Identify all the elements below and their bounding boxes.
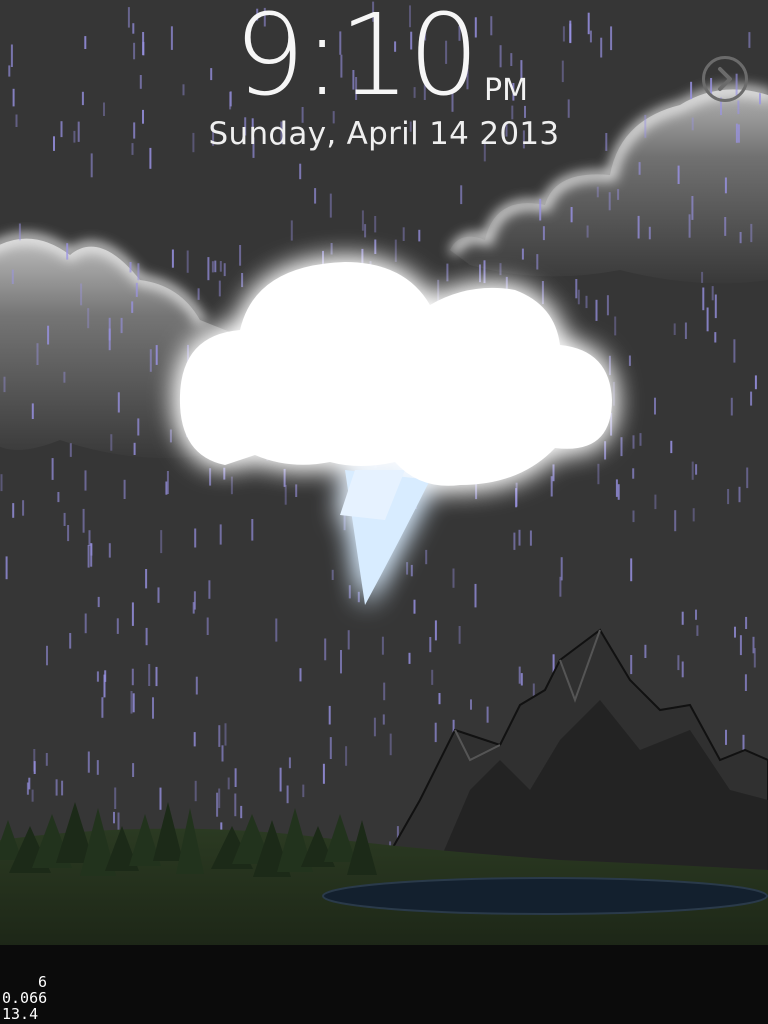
tree-line — [0, 802, 377, 877]
debug-line-2: 0.066 — [2, 989, 48, 1007]
pine-tree — [324, 814, 356, 862]
ampm-text: PM — [484, 73, 528, 108]
date-text: Sunday, April 14 2013 — [208, 116, 560, 152]
chevron-right-circle-icon[interactable] — [702, 56, 748, 102]
debug-stats: 6 0.066 13.4 — [2, 974, 82, 1022]
weather-scene — [0, 1, 768, 1024]
time-display: 9:10 PM — [228, 0, 548, 122]
thunderstorm-cloud-icon — [179, 262, 612, 605]
debug-line-1: 6 — [38, 973, 48, 991]
mountains — [379, 628, 768, 881]
debug-line-3: 13.4 — [2, 1005, 39, 1023]
time-text: 9:10 — [234, 0, 480, 121]
lake — [322, 877, 768, 915]
